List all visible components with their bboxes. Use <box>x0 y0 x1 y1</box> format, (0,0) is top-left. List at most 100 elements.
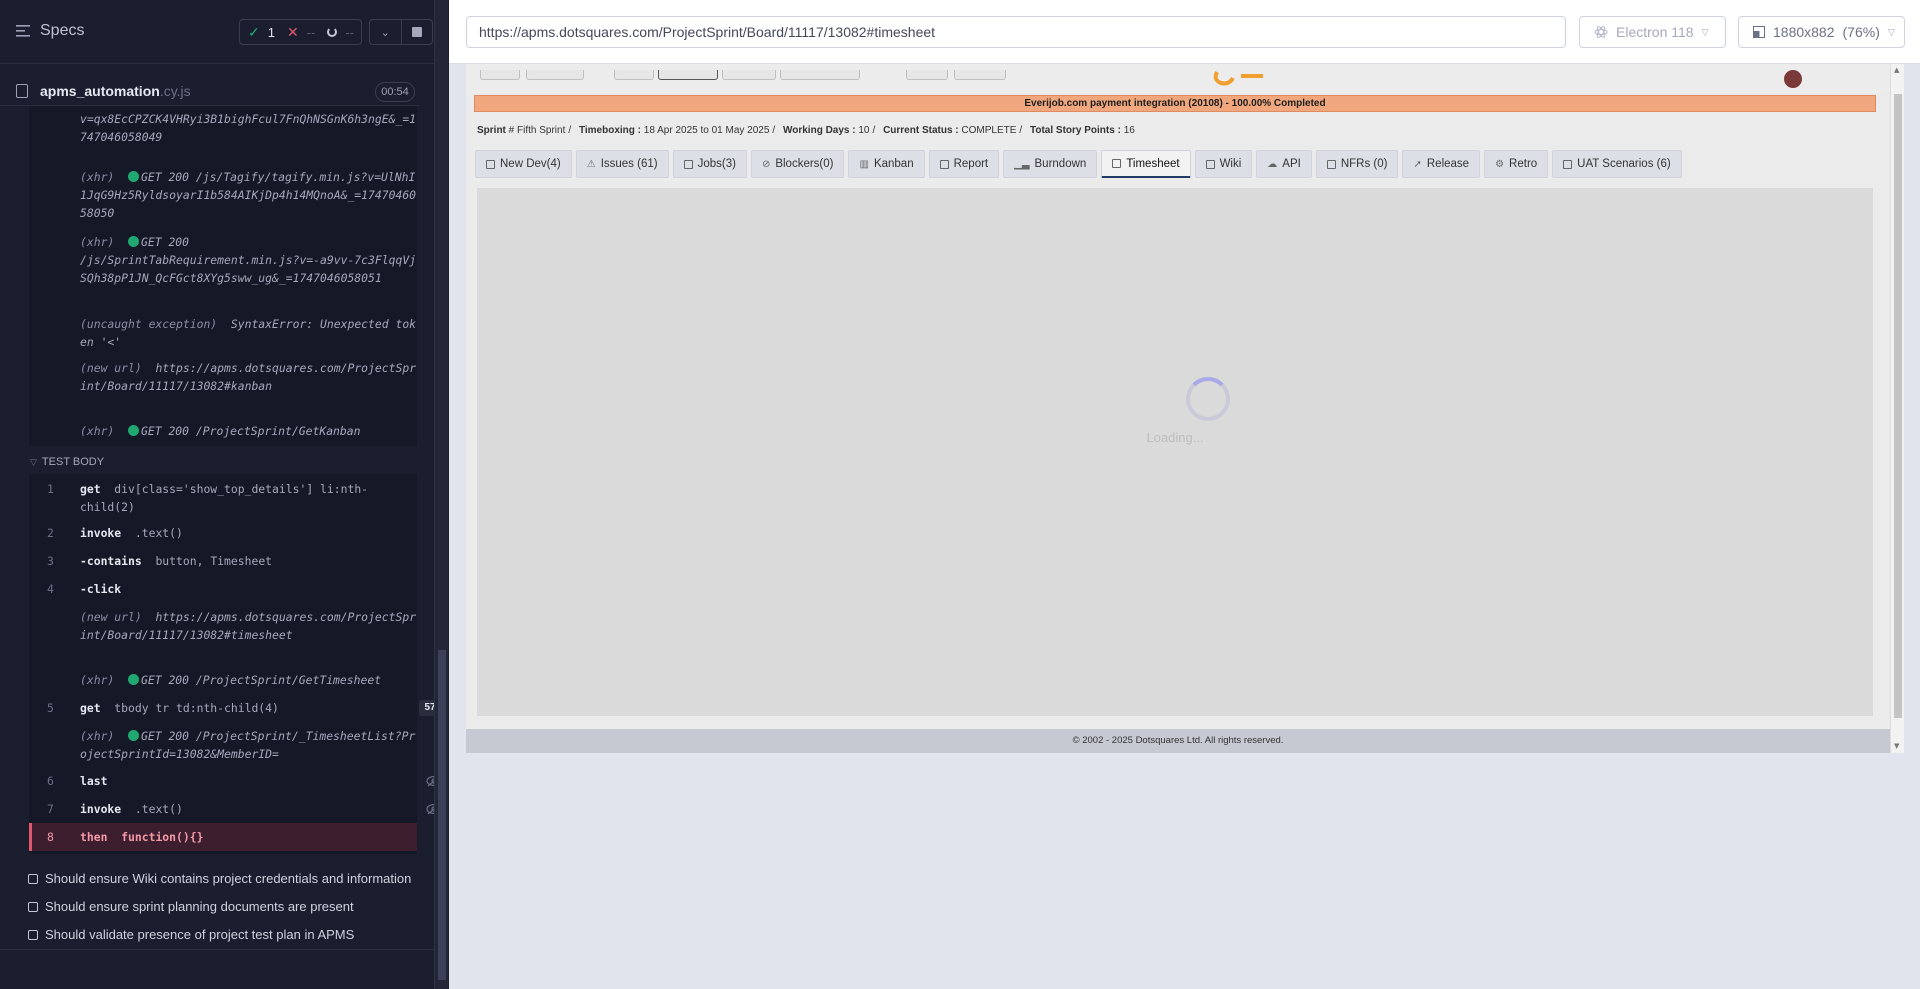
tab-report[interactable]: Report <box>928 150 1000 178</box>
log-entry[interactable]: (new url) https://apms.dotsquares.com/Pr… <box>80 608 420 644</box>
tab-nfrs[interactable]: NFRs (0) <box>1315 150 1399 178</box>
tab-jobs[interactable]: Jobs(3) <box>672 150 747 178</box>
tab-label: Retro <box>1509 158 1538 170</box>
command-arg: button, Timesheet <box>155 554 273 568</box>
status-dot-icon <box>128 425 140 436</box>
header-button[interactable] <box>780 70 860 80</box>
clipboard-icon <box>1112 159 1122 168</box>
command-row-failed[interactable]: 8 then function(){} <box>29 823 417 851</box>
command-name: last <box>80 774 108 788</box>
tab-uat-scenarios[interactable]: UAT Scenarios (6) <box>1552 150 1682 178</box>
tab-retro[interactable]: ⚙ Retro <box>1484 150 1549 178</box>
log-prefix: (xhr) <box>80 235 115 249</box>
chevron-down-icon: ▽ <box>30 457 37 467</box>
avatar[interactable] <box>1784 70 1802 88</box>
pending-count: -- <box>345 24 355 40</box>
failed-x-icon: ✕ <box>286 23 299 40</box>
header-button[interactable] <box>722 70 776 80</box>
app-under-test-frame: Everijob.com payment integration (20108)… <box>466 64 1904 753</box>
log-entry[interactable]: (uncaught exception) SyntaxError: Unexpe… <box>80 315 420 351</box>
app-scrollbar[interactable]: ▲ ▼ <box>1890 64 1904 753</box>
tab-issues[interactable]: ⚠ Issues (61) <box>575 150 669 178</box>
header-button[interactable] <box>906 70 948 80</box>
chevron-down-icon: ▽ <box>1887 26 1895 37</box>
command-arg: function(){} <box>121 830 204 844</box>
loading-spinner-icon <box>1186 377 1230 421</box>
panel-splitter[interactable] <box>434 0 448 989</box>
passed-check-icon: ✓ <box>248 23 260 40</box>
viewport-selector[interactable]: 1880x882 (76%) ▽ <box>1738 16 1905 48</box>
log-entry[interactable]: (xhr) GET 200 /ProjectSprint/GetTimeshee… <box>80 671 420 689</box>
tab-label: Issues (61) <box>600 158 658 170</box>
test-item[interactable]: Should ensure Wiki contains project cred… <box>28 871 411 886</box>
test-item[interactable]: Should validate presence of project test… <box>28 927 354 942</box>
command-row[interactable]: 1 get div[class='show_top_details'] li:n… <box>29 480 417 516</box>
scroll-down-icon[interactable]: ▼ <box>1894 742 1899 750</box>
sprint-label: Sprint <box>477 125 506 136</box>
header-button[interactable] <box>658 70 718 80</box>
log-prefix: (new url) <box>80 610 142 624</box>
tab-wiki[interactable]: Wiki <box>1194 150 1253 178</box>
test-item[interactable]: Should ensure sprint planning documents … <box>28 899 354 914</box>
browser-selector[interactable]: Electron 118 ▽ <box>1579 16 1726 48</box>
timesheet-content: Loading... <box>477 188 1873 716</box>
log-method: GET 200 <box>141 729 190 743</box>
log-entry[interactable]: (xhr) GET 200/js/SprintTabRequirement.mi… <box>80 233 420 287</box>
spec-name: apms_automation <box>40 83 160 99</box>
reporter-scrollbar[interactable] <box>438 650 446 980</box>
chevron-down-icon[interactable]: ⌄ <box>370 20 402 44</box>
test-status-icon <box>28 929 38 940</box>
log-entry[interactable]: (xhr) GET 200 /js/Tagify/tagify.min.js?v… <box>80 168 420 222</box>
eye-slash-icon <box>426 803 434 815</box>
command-name-text: get <box>80 482 101 496</box>
tab-api[interactable]: ☁ API <box>1256 150 1312 178</box>
command-number: 4 <box>47 582 54 596</box>
tab-label: NFRs (0) <box>1340 158 1388 170</box>
command-number: 8 <box>47 830 54 844</box>
status-dot-icon <box>128 236 140 247</box>
report-icon <box>939 159 949 169</box>
eye-slash-icon <box>426 775 434 787</box>
header-button[interactable] <box>526 70 584 80</box>
url-field[interactable]: https://apms.dotsquares.com/ProjectSprin… <box>466 16 1566 48</box>
viewport-zoom: (76%) <box>1842 24 1880 40</box>
specs-list-icon[interactable] <box>16 25 30 37</box>
log-prefix: (xhr) <box>80 424 115 438</box>
log-entry[interactable]: v=qx8EcCPZCK4VHRyi3B1bighFcul7FnQhNSGnK6… <box>80 110 420 164</box>
command-number: 5 <box>47 701 54 715</box>
failed-count: -- <box>306 24 316 40</box>
tab-release[interactable]: ➚ Release <box>1402 150 1481 178</box>
command-number: 2 <box>47 526 54 540</box>
test-title: Should validate presence of project test… <box>45 927 355 942</box>
test-stats: ✓ 1 ✕ -- -- <box>239 19 362 45</box>
header-button[interactable] <box>614 70 654 80</box>
test-body-toggle[interactable]: ▽ TEST BODY <box>30 456 104 468</box>
story-points-value: 16 <box>1123 125 1135 136</box>
tab-kanban[interactable]: ▥ Kanban <box>848 150 925 178</box>
reporter-header: Specs ✓ 1 ✕ -- -- ⌄ <box>0 0 434 64</box>
tab-blockers[interactable]: ⊘ Blockers(0) <box>750 150 845 178</box>
log-entry[interactable]: (new url) https://apms.dotsquares.com/Pr… <box>80 359 420 395</box>
spec-file-row[interactable]: apms_automation.cy.js 00:54 <box>0 76 420 106</box>
spec-duration: 00:54 <box>375 82 415 102</box>
log-entry[interactable]: (xhr) GET 200 /ProjectSprint/GetKanban <box>80 422 420 440</box>
tab-new-dev[interactable]: New Dev(4) <box>475 150 572 178</box>
tab-burndown[interactable]: ▁▃ Burndown <box>1003 150 1098 178</box>
stop-icon <box>411 27 422 37</box>
working-days-value: 10 <box>858 125 870 136</box>
log-entry[interactable]: (xhr) GET 200 /ProjectSprint/_TimesheetL… <box>80 727 420 763</box>
specs-title[interactable]: Specs <box>40 22 84 40</box>
tab-label: Wiki <box>1219 158 1242 170</box>
ban-icon: ⊘ <box>761 158 771 170</box>
command-number: 3 <box>47 554 54 568</box>
loading-text: Loading... <box>1146 430 1204 445</box>
scroll-up-icon[interactable]: ▲ <box>1894 66 1899 74</box>
stop-button[interactable] <box>402 27 433 37</box>
header-button[interactable] <box>480 70 520 80</box>
header-button[interactable] <box>954 70 1006 80</box>
log-prefix: (xhr) <box>80 170 115 184</box>
scrollbar-thumb[interactable] <box>1894 94 1902 718</box>
book-icon <box>1205 159 1215 169</box>
command-name: -contains button, Timesheet <box>80 552 272 570</box>
tab-timesheet[interactable]: Timesheet <box>1101 150 1191 178</box>
